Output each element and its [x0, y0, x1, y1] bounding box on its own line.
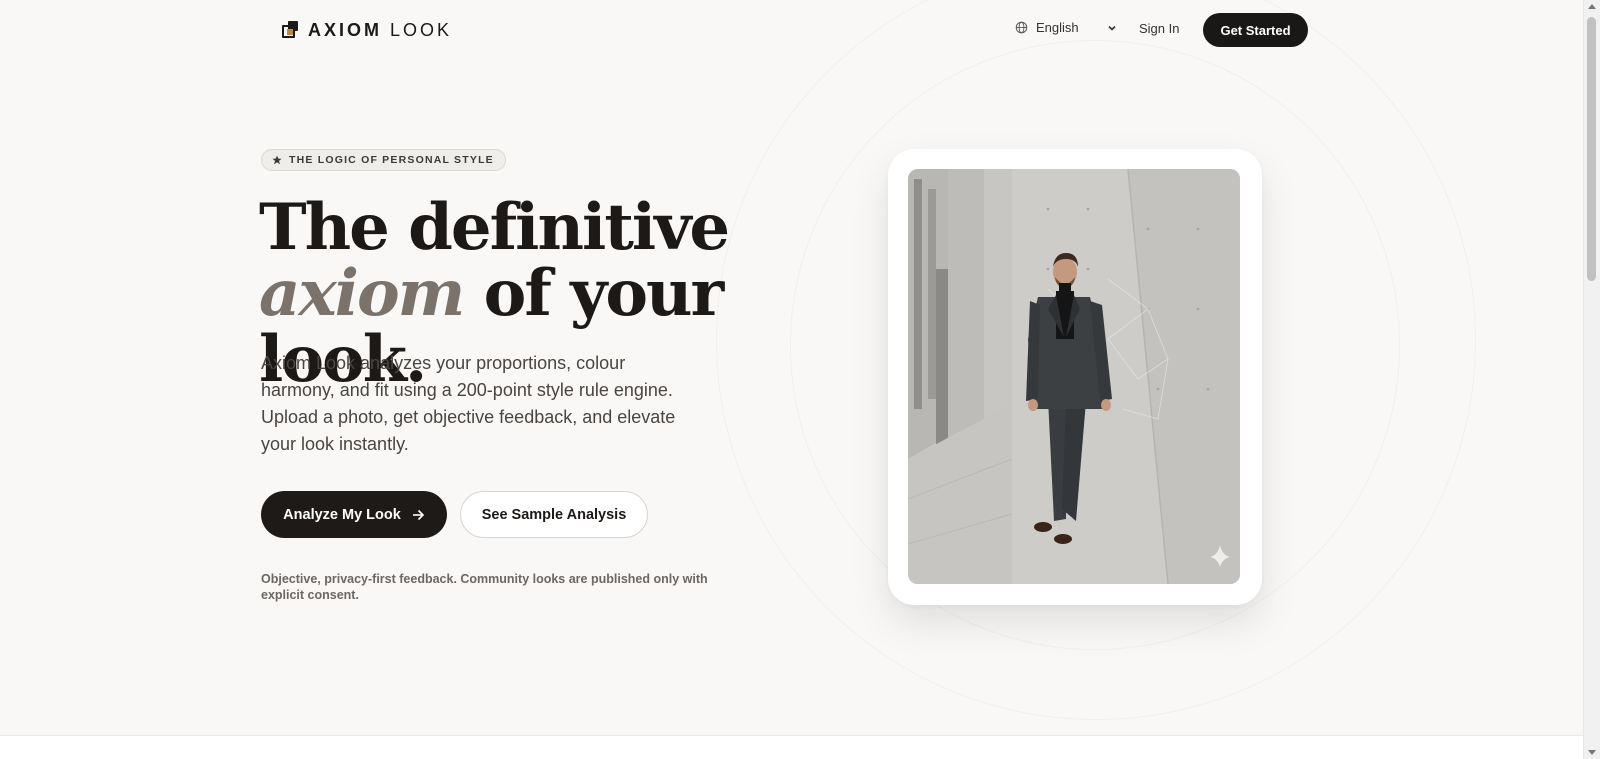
tagline-badge: THE LOGIC OF PERSONAL STYLE	[261, 149, 506, 171]
chevron-down-icon	[1108, 25, 1116, 31]
top-nav: AXIOM LOOK English Sign In Get Started	[0, 0, 1583, 60]
arrow-right-icon	[412, 509, 424, 520]
logo-text: AXIOM LOOK	[308, 20, 452, 41]
see-sample-analysis-button[interactable]: See Sample Analysis	[460, 491, 648, 538]
language-select-value: English	[1036, 20, 1079, 35]
next-section-edge	[0, 735, 1583, 759]
page-scrollbar[interactable]	[1583, 0, 1600, 759]
logo-text-light: LOOK	[390, 19, 453, 40]
hero-photo-illustration	[908, 169, 1240, 584]
tagline-badge-text: THE LOGIC OF PERSONAL STYLE	[289, 154, 494, 166]
sign-in-link[interactable]: Sign In	[1139, 21, 1179, 36]
get-started-button[interactable]: Get Started	[1203, 13, 1308, 47]
logo-mark-icon	[282, 21, 300, 39]
logo[interactable]: AXIOM LOOK	[282, 18, 452, 42]
scrollbar-thumb[interactable]	[1587, 17, 1596, 281]
hero-headline-line1: The definitive	[259, 190, 730, 265]
hero-headline-italic: axiom	[259, 256, 465, 331]
hero-image-card	[888, 149, 1262, 605]
analyze-my-look-button[interactable]: Analyze My Look	[261, 491, 447, 538]
hero-photo	[908, 169, 1240, 584]
privacy-disclaimer: Objective, privacy-first feedback. Commu…	[261, 572, 708, 602]
scroll-up-icon[interactable]	[1588, 4, 1596, 9]
star-icon	[272, 155, 282, 165]
globe-icon	[1015, 21, 1028, 34]
language-select[interactable]: English	[1015, 20, 1117, 35]
hero-description: Axiom Look analyzes your proportions, co…	[261, 353, 676, 454]
analyze-my-look-label: Analyze My Look	[283, 506, 401, 523]
logo-text-bold: AXIOM	[308, 19, 383, 40]
scroll-down-icon[interactable]	[1588, 750, 1596, 755]
